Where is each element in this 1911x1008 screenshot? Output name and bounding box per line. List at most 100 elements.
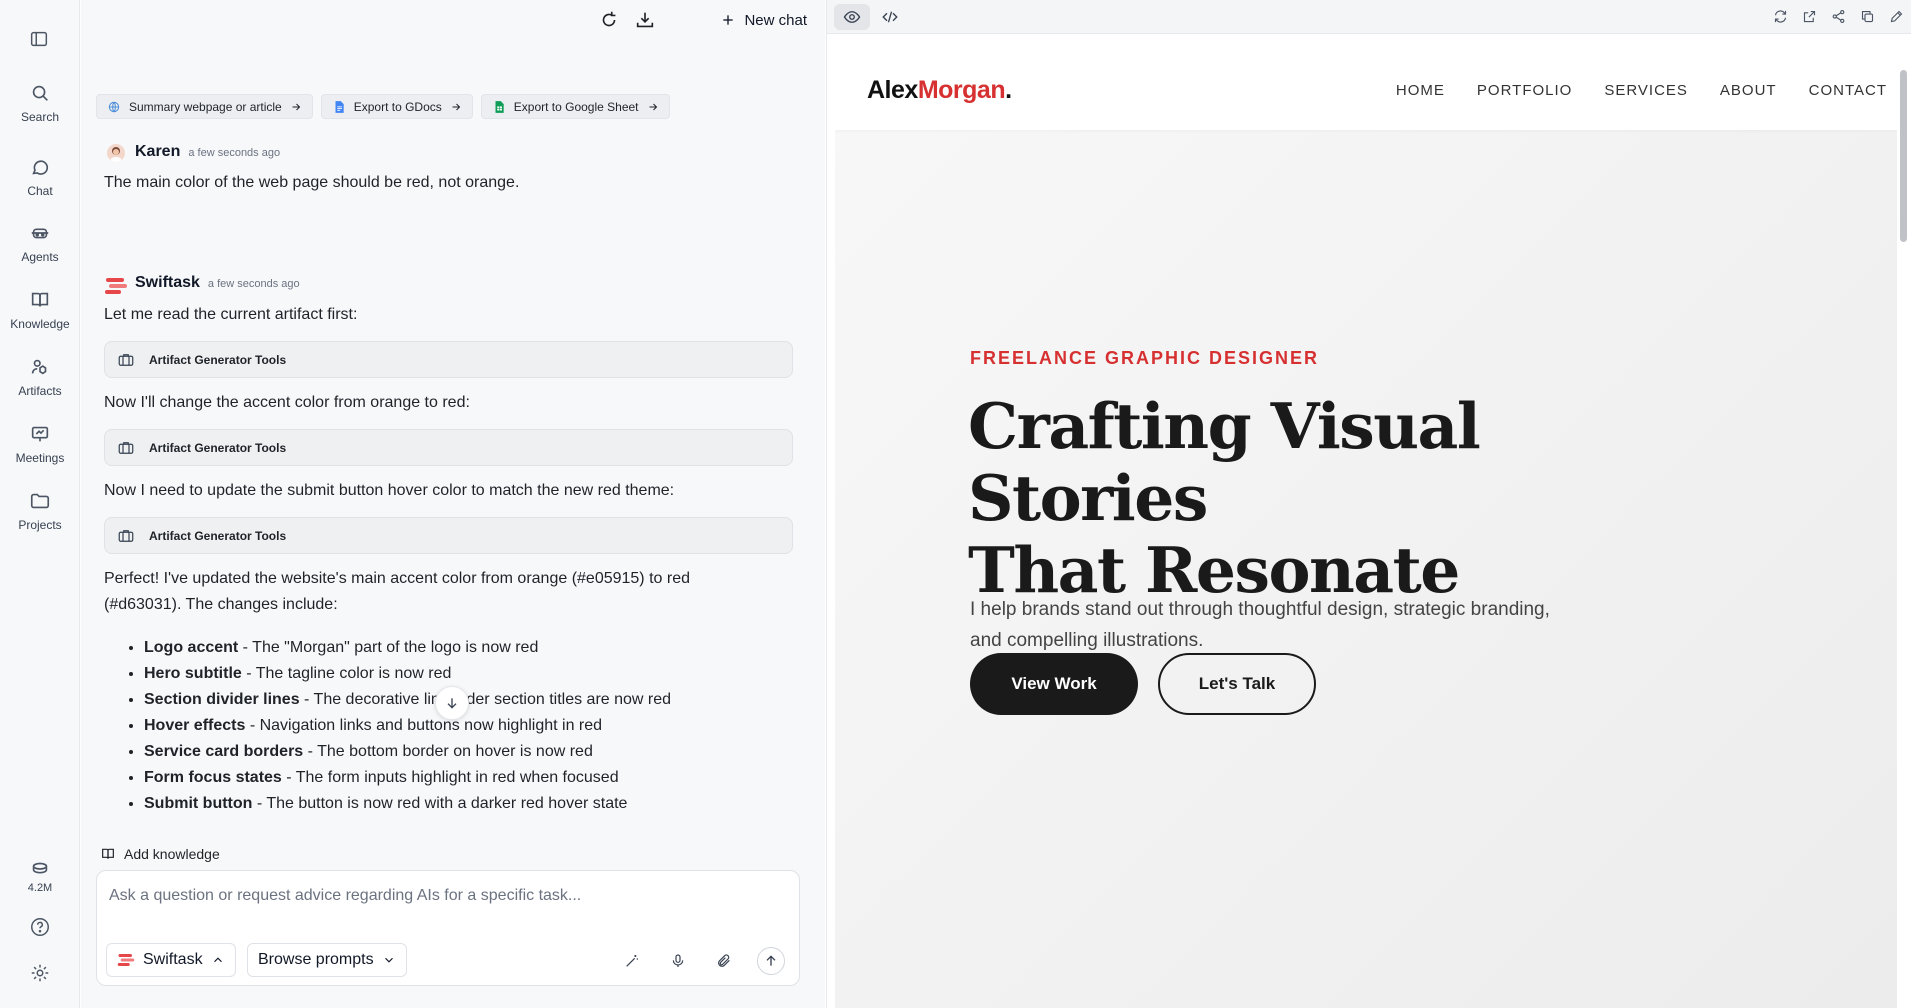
hero-title: Crafting Visual Stories That Resonate — [968, 390, 1728, 606]
view-work-button[interactable]: View Work — [970, 653, 1138, 715]
artifact-preview-panel: AlexMorgan. HOME PORTFOLIO SERVICES ABOU… — [826, 0, 1911, 1008]
share-icon[interactable] — [1831, 9, 1846, 24]
list-item-text: - The form inputs highlight in red when … — [281, 769, 619, 786]
tool-call-card[interactable]: Artifact Generator Tools — [104, 517, 793, 554]
preview-scrollbar[interactable] — [1900, 70, 1907, 242]
plus-icon — [723, 15, 734, 25]
sidebar-item-projects[interactable]: Projects — [0, 490, 80, 532]
pencil-icon[interactable] — [1889, 9, 1904, 24]
copy-icon[interactable] — [1860, 9, 1875, 24]
logo-main: Alex — [867, 76, 918, 104]
book-icon — [102, 848, 114, 859]
reload-icon[interactable] — [1773, 9, 1788, 24]
sidebar-item-search[interactable]: Search — [0, 82, 80, 124]
add-knowledge-button[interactable]: Add knowledge — [100, 846, 220, 862]
nav-link-services[interactable]: SERVICES — [1604, 82, 1688, 99]
list-item-title: Submit button — [144, 795, 253, 812]
quick-action-gsheet[interactable]: Export to Google Sheet — [480, 94, 670, 119]
tool-call-card[interactable]: Artifact Generator Tools — [104, 429, 793, 466]
user-message-text: The main color of the web page should be… — [104, 174, 520, 191]
quick-action-gdocs[interactable]: Export to GDocs — [320, 94, 473, 119]
view-mode-toggle — [834, 4, 908, 30]
nav-link-contact[interactable]: CONTACT — [1809, 82, 1887, 99]
credits-value: 4.2M — [27, 882, 53, 894]
list-item-text: - The button is now red with a darker re… — [252, 795, 628, 812]
chevron-down-icon — [384, 957, 393, 963]
paperclip-icon[interactable] — [711, 948, 737, 974]
arrow-right-icon — [452, 103, 460, 110]
help-icon — [29, 916, 51, 938]
new-chat-button[interactable]: New chat — [720, 12, 807, 29]
site-logo[interactable]: AlexMorgan. — [867, 76, 1012, 105]
assistant-summary-line: (#d63031). The changes include: — [104, 596, 338, 613]
credits-indicator[interactable]: 4.2M — [0, 858, 80, 894]
nav-link-portfolio[interactable]: PORTFOLIO — [1477, 82, 1572, 99]
quick-action-summary[interactable]: Summary webpage or article — [96, 94, 313, 119]
message-input[interactable]: Ask a question or request advice regardi… — [109, 887, 581, 905]
list-item: Submit button - The button is now red wi… — [144, 791, 784, 817]
list-item-title: Hero subtitle — [144, 665, 242, 682]
logo-dot: . — [1005, 76, 1012, 104]
microphone-icon[interactable] — [665, 948, 691, 974]
list-item-text: - The "Morgan" part of the logo is now r… — [238, 639, 539, 656]
book-icon — [29, 289, 51, 311]
help-button[interactable] — [0, 916, 80, 938]
list-item-text: - The decorative lin der section titles … — [299, 691, 672, 708]
new-chat-label: New chat — [744, 11, 807, 29]
sidebar-item-meetings[interactable]: Meetings — [0, 423, 80, 465]
site-nav-links: HOME PORTFOLIO SERVICES ABOUT CONTACT — [1396, 82, 1887, 99]
code-mode-button[interactable] — [872, 4, 908, 30]
send-button[interactable] — [757, 947, 785, 975]
logo-accent: Morgan — [917, 76, 1006, 104]
nav-link-about[interactable]: ABOUT — [1720, 82, 1777, 99]
agent-selector[interactable]: Swiftask — [106, 943, 236, 977]
chat-panel: New chat Summary webpage or article Expo… — [81, 0, 825, 1008]
chat-icon — [29, 156, 51, 178]
toolbox-icon — [118, 529, 134, 542]
tool-call-card[interactable]: Artifact Generator Tools — [104, 341, 793, 378]
nav-link-home[interactable]: HOME — [1396, 82, 1445, 99]
coins-icon — [29, 858, 51, 880]
gdocs-icon — [335, 100, 344, 113]
lets-talk-button[interactable]: Let's Talk — [1158, 653, 1316, 715]
gsheet-icon — [495, 100, 504, 113]
sidebar-item-chat[interactable]: Chat — [0, 156, 80, 198]
left-nav-rail: Search Chat Agents Knowledge Artifacts M… — [0, 0, 80, 1008]
sidebar-toggle-icon[interactable] — [28, 28, 50, 50]
preview-actions — [1773, 9, 1904, 24]
sidebar-item-label: Knowledge — [10, 317, 70, 331]
sidebar-item-artifacts[interactable]: Artifacts — [0, 356, 80, 398]
meetings-icon — [29, 423, 51, 445]
gear-icon — [29, 962, 51, 984]
external-link-icon[interactable] — [1802, 9, 1817, 24]
user-message-header: Karen a few seconds ago — [135, 143, 280, 161]
list-item-text: - The tagline color is now red — [241, 665, 452, 682]
assistant-text: Now I need to update the submit button h… — [104, 482, 675, 499]
message-timestamp: a few seconds ago — [188, 147, 281, 159]
message-timestamp: a few seconds ago — [207, 278, 300, 290]
sidebar-item-label: Projects — [18, 518, 62, 532]
user-name: Karen — [135, 143, 181, 160]
agent-selector-label: Swiftask — [143, 951, 203, 968]
settings-button[interactable] — [0, 962, 80, 984]
site-header: AlexMorgan. HOME PORTFOLIO SERVICES ABOU… — [835, 42, 1897, 130]
sidebar-item-knowledge[interactable]: Knowledge — [0, 289, 80, 331]
swiftask-logo-icon — [117, 954, 135, 966]
quick-actions: Summary webpage or article Export to GDo… — [96, 94, 670, 119]
browse-prompts-selector[interactable]: Browse prompts — [247, 943, 407, 977]
download-icon[interactable] — [634, 9, 656, 31]
list-item: Logo accent - The "Morgan" part of the l… — [144, 635, 784, 661]
magic-wand-icon[interactable] — [619, 948, 645, 974]
preview-mode-button[interactable] — [834, 4, 870, 30]
list-item: Hero subtitle - The tagline color is now… — [144, 661, 784, 687]
sidebar-item-agents[interactable]: Agents — [0, 222, 80, 264]
tool-call-label: Artifact Generator Tools — [149, 528, 287, 543]
list-item-title: Form focus states — [144, 769, 282, 786]
assistant-name: Swiftask — [135, 274, 200, 291]
sidebar-item-label: Chat — [27, 184, 53, 198]
eye-icon — [843, 11, 861, 23]
list-item-title: Service card borders — [144, 743, 304, 760]
assistant-text: Now I'll change the accent color from or… — [104, 394, 470, 411]
scroll-to-bottom-button[interactable] — [435, 686, 469, 720]
refresh-icon[interactable] — [598, 9, 620, 31]
